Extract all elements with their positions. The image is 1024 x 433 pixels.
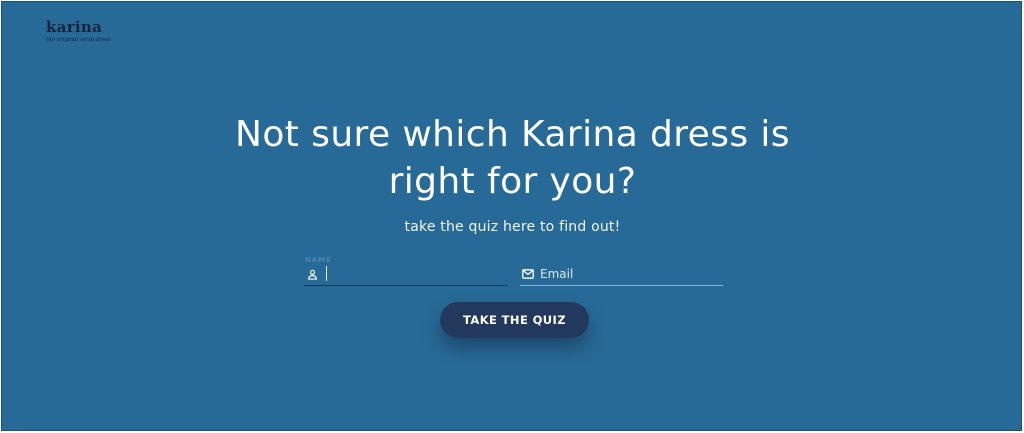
user-icon (306, 268, 318, 280)
name-field[interactable]: NAME (304, 256, 508, 286)
name-input[interactable] (324, 265, 506, 283)
text-caret (326, 266, 327, 281)
brand-logo[interactable]: karina the original wrap dress (46, 18, 111, 43)
mail-icon (522, 268, 534, 280)
quiz-banner: karina the original wrap dress Not sure … (1, 1, 1022, 431)
email-field[interactable] (520, 256, 723, 286)
name-field-label: NAME (305, 256, 333, 264)
email-input[interactable] (540, 265, 721, 283)
take-quiz-button[interactable]: TAKE THE QUIZ (440, 302, 589, 338)
logo-wordmark: karina (46, 18, 103, 36)
headline-line-1: Not sure which Karina dress is (235, 114, 790, 155)
logo-tagline: the original wrap dress (46, 37, 111, 43)
page-frame: karina the original wrap dress Not sure … (0, 0, 1024, 433)
headline-line-2: right for you? (388, 161, 637, 202)
page-title: Not sure which Karina dress is right for… (2, 111, 1023, 205)
page-subtitle: take the quiz here to find out! (404, 219, 621, 235)
